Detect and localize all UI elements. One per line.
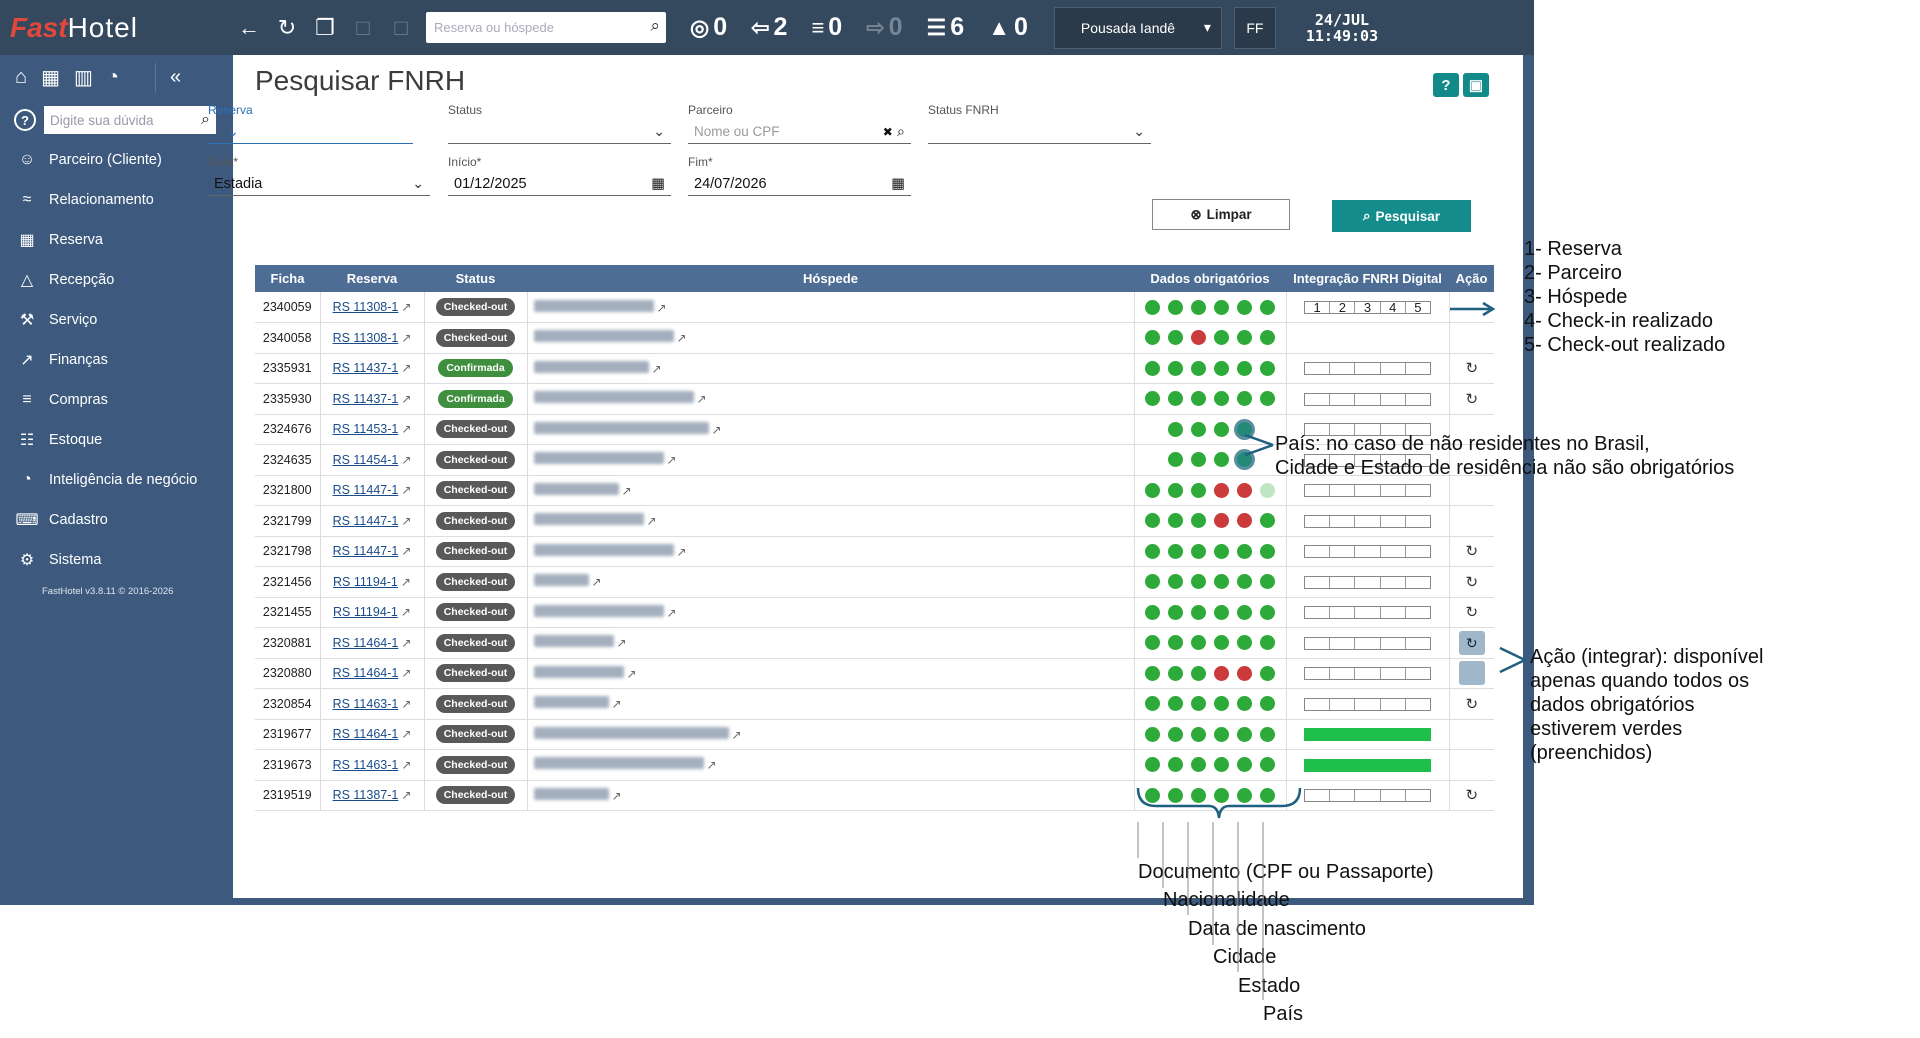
- dados-brace: [1136, 787, 1302, 819]
- annotation-arrows: [1136, 301, 1526, 1000]
- acao-arrows: [1499, 646, 1526, 674]
- dados-leader-lines: [1137, 822, 1264, 1000]
- pais-arrows: [1244, 433, 1274, 457]
